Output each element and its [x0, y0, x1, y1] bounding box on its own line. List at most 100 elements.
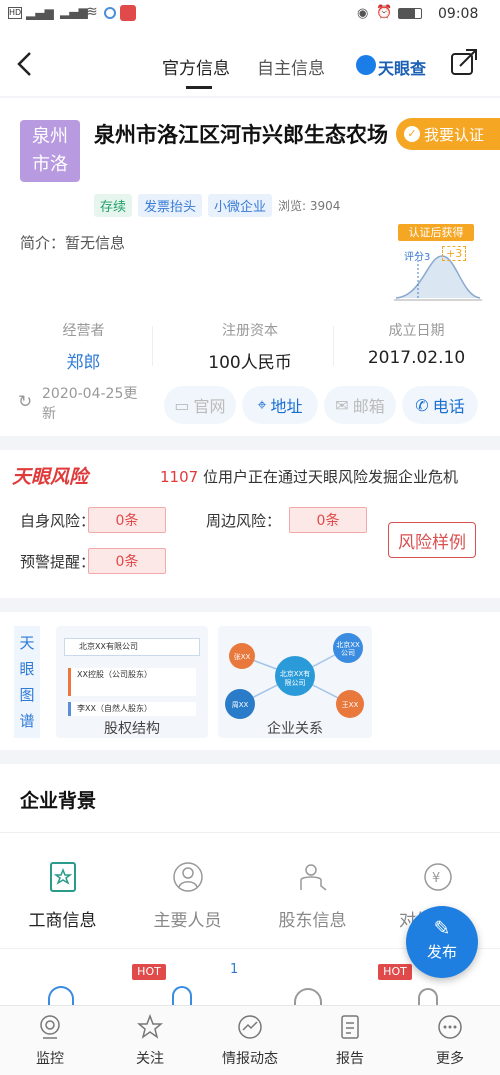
- badge-score: 评分3: [404, 252, 431, 263]
- mail-icon: ✉: [335, 395, 349, 415]
- bottom-tab-bar: 监控 关注 情报动态 报告 更多: [0, 1005, 500, 1075]
- more-icon: [438, 1015, 462, 1039]
- view-count: 浏览: 3904: [278, 199, 341, 213]
- target-icon: [294, 988, 322, 1005]
- risk-sample-button[interactable]: 风险样例: [388, 522, 476, 558]
- certify-button[interactable]: ✓ 我要认证: [396, 118, 500, 150]
- logo-line-2: 市洛: [32, 154, 68, 175]
- section-divider: [0, 750, 500, 764]
- wifi-icon: ≋: [86, 4, 98, 20]
- score-badge[interactable]: 认证后获得 评分3 +3: [392, 224, 484, 304]
- tab-follow[interactable]: 关注: [100, 1014, 200, 1074]
- enterprise-relation-card[interactable]: 北京XX有限公司 张XX 北京XX公司 周XX 王XX 企业关系: [218, 626, 372, 738]
- id-card-icon: [49, 862, 76, 892]
- chevron-left-icon[interactable]: [14, 50, 36, 78]
- address-label: 地址: [270, 397, 303, 416]
- tag-status: 存续: [94, 194, 133, 217]
- relation-node: 北京XX公司: [336, 641, 360, 657]
- business-info-label: 工商信息: [28, 911, 97, 931]
- relation-node: 王XX: [341, 701, 359, 709]
- tianyancha-logo-icon: [356, 55, 376, 75]
- refresh-icon[interactable]: ↻: [18, 392, 32, 412]
- warning-label: 预警提醒：: [20, 553, 96, 571]
- risk-banner: 1107 位用户正在通过天眼风险发掘企业危机: [160, 466, 458, 487]
- equity-company: 北京XX有限公司: [64, 638, 200, 656]
- signal-icon-2: ▂▄▆: [60, 5, 88, 19]
- website-button[interactable]: ▭ 官网: [164, 386, 236, 424]
- tab-official-info[interactable]: 官方信息: [162, 54, 230, 79]
- check-icon: ✓: [404, 126, 420, 142]
- monitor-icon: ▭: [174, 395, 190, 415]
- relation-title: 企业关系: [267, 721, 323, 737]
- tab-more[interactable]: 更多: [400, 1014, 500, 1074]
- tab-intel[interactable]: 情报动态: [200, 1014, 300, 1074]
- signal-icon: ▂▄▆: [26, 6, 54, 20]
- surrounding-risk-value[interactable]: 0条: [289, 507, 367, 533]
- company-intro: 简介：暂无信息: [20, 234, 126, 252]
- company-name: 泉州市洛江区河市兴郎生态农场: [94, 123, 388, 147]
- warning-value[interactable]: 0条: [88, 548, 166, 574]
- tag-row: 存续 发票抬头 小微企业 浏览: 3904: [94, 194, 340, 217]
- stat-founded: 成立日期 2017.02.10: [333, 320, 500, 368]
- investment-icon: ¥: [423, 863, 452, 891]
- graph-side-char: 眼: [19, 660, 35, 678]
- stats-row: 经营者 郑郎 注册资本 100人民币 成立日期 2017.02.10: [0, 320, 500, 373]
- graph-side-label: 天 眼 图 谱: [14, 626, 40, 738]
- email-label: 邮箱: [352, 397, 385, 416]
- shareholder-info-item[interactable]: 股东信息: [250, 860, 375, 940]
- relation-node: 张XX: [233, 653, 251, 661]
- share-icon[interactable]: [448, 46, 480, 78]
- risk-desc: 位用户正在通过天眼风险发掘企业危机: [202, 468, 458, 486]
- divider: [152, 326, 153, 366]
- address-button[interactable]: ⌖ 地址: [242, 386, 318, 424]
- update-date: 2020-04-25更 新: [42, 384, 137, 424]
- monitor-camera-icon: [40, 1015, 60, 1039]
- person-icon: [172, 862, 203, 892]
- self-risk-label: 自身风险：: [20, 512, 96, 530]
- pie-chart-icon: [48, 986, 74, 1005]
- brand-name: 天眼查: [378, 59, 427, 78]
- person-icon: [418, 988, 438, 1005]
- tab-monitor[interactable]: 监控: [0, 1014, 100, 1074]
- equity-row-1: XX控股（公司股东）: [68, 668, 196, 696]
- tab-indicator: [186, 86, 212, 89]
- section-divider: [0, 436, 500, 450]
- stat-value: 2017.02.10: [367, 348, 466, 368]
- tab-label: 关注: [136, 1051, 164, 1067]
- tab-self-info[interactable]: 自主信息: [257, 54, 325, 79]
- tag-invoice[interactable]: 发票抬头: [138, 194, 203, 217]
- key-personnel-item[interactable]: 主要人员: [125, 860, 250, 940]
- shareholder-info-label: 股东信息: [278, 911, 347, 931]
- star-icon: [137, 1014, 163, 1039]
- phone-icon: ✆: [415, 395, 429, 415]
- update-date-line: 新: [42, 406, 56, 422]
- tag-small-business: 小微企业: [208, 194, 273, 217]
- alarm-icon: ⏰: [376, 5, 393, 20]
- divider: [0, 96, 500, 98]
- email-button[interactable]: ✉ 邮箱: [324, 386, 396, 424]
- status-bar: HD ▂▄▆ ▂▄▆ ≋ ◉ ⏰ 09:08: [0, 0, 500, 30]
- stat-label: 成立日期: [388, 323, 445, 339]
- equity-title: 股权结构: [104, 721, 160, 737]
- stat-capital: 注册资本 100人民币: [167, 320, 333, 373]
- divider: [0, 832, 500, 833]
- report-icon: [341, 1015, 359, 1039]
- relation-center: 北京XX有限公司: [279, 670, 311, 687]
- publish-fab[interactable]: ✎ 发布: [406, 906, 478, 978]
- update-date-line: 2020-04-25更: [42, 386, 138, 402]
- equity-structure-card[interactable]: 北京XX有限公司 XX控股（公司股东） 李XX（自然人股东） 股权结构: [56, 626, 208, 738]
- risk-brand: 天眼风险: [12, 466, 89, 488]
- self-risk-value[interactable]: 0条: [88, 507, 166, 533]
- phone-button[interactable]: ✆ 电话: [402, 386, 478, 424]
- publish-label: 发布: [426, 943, 457, 961]
- business-info-item[interactable]: 工商信息: [0, 860, 125, 940]
- badge-top: 认证后获得: [398, 224, 474, 241]
- nav-bar: 官方信息 自主信息 天眼查: [0, 30, 500, 96]
- stat-value[interactable]: 郑郎: [0, 348, 167, 373]
- tab-report[interactable]: 报告: [300, 1014, 400, 1074]
- stat-label: 经营者: [62, 323, 105, 339]
- graph-side-char: 天: [19, 634, 35, 652]
- app-icon: [104, 7, 116, 19]
- count-badge: 1: [230, 962, 239, 977]
- location-icon: ⌖: [257, 395, 267, 414]
